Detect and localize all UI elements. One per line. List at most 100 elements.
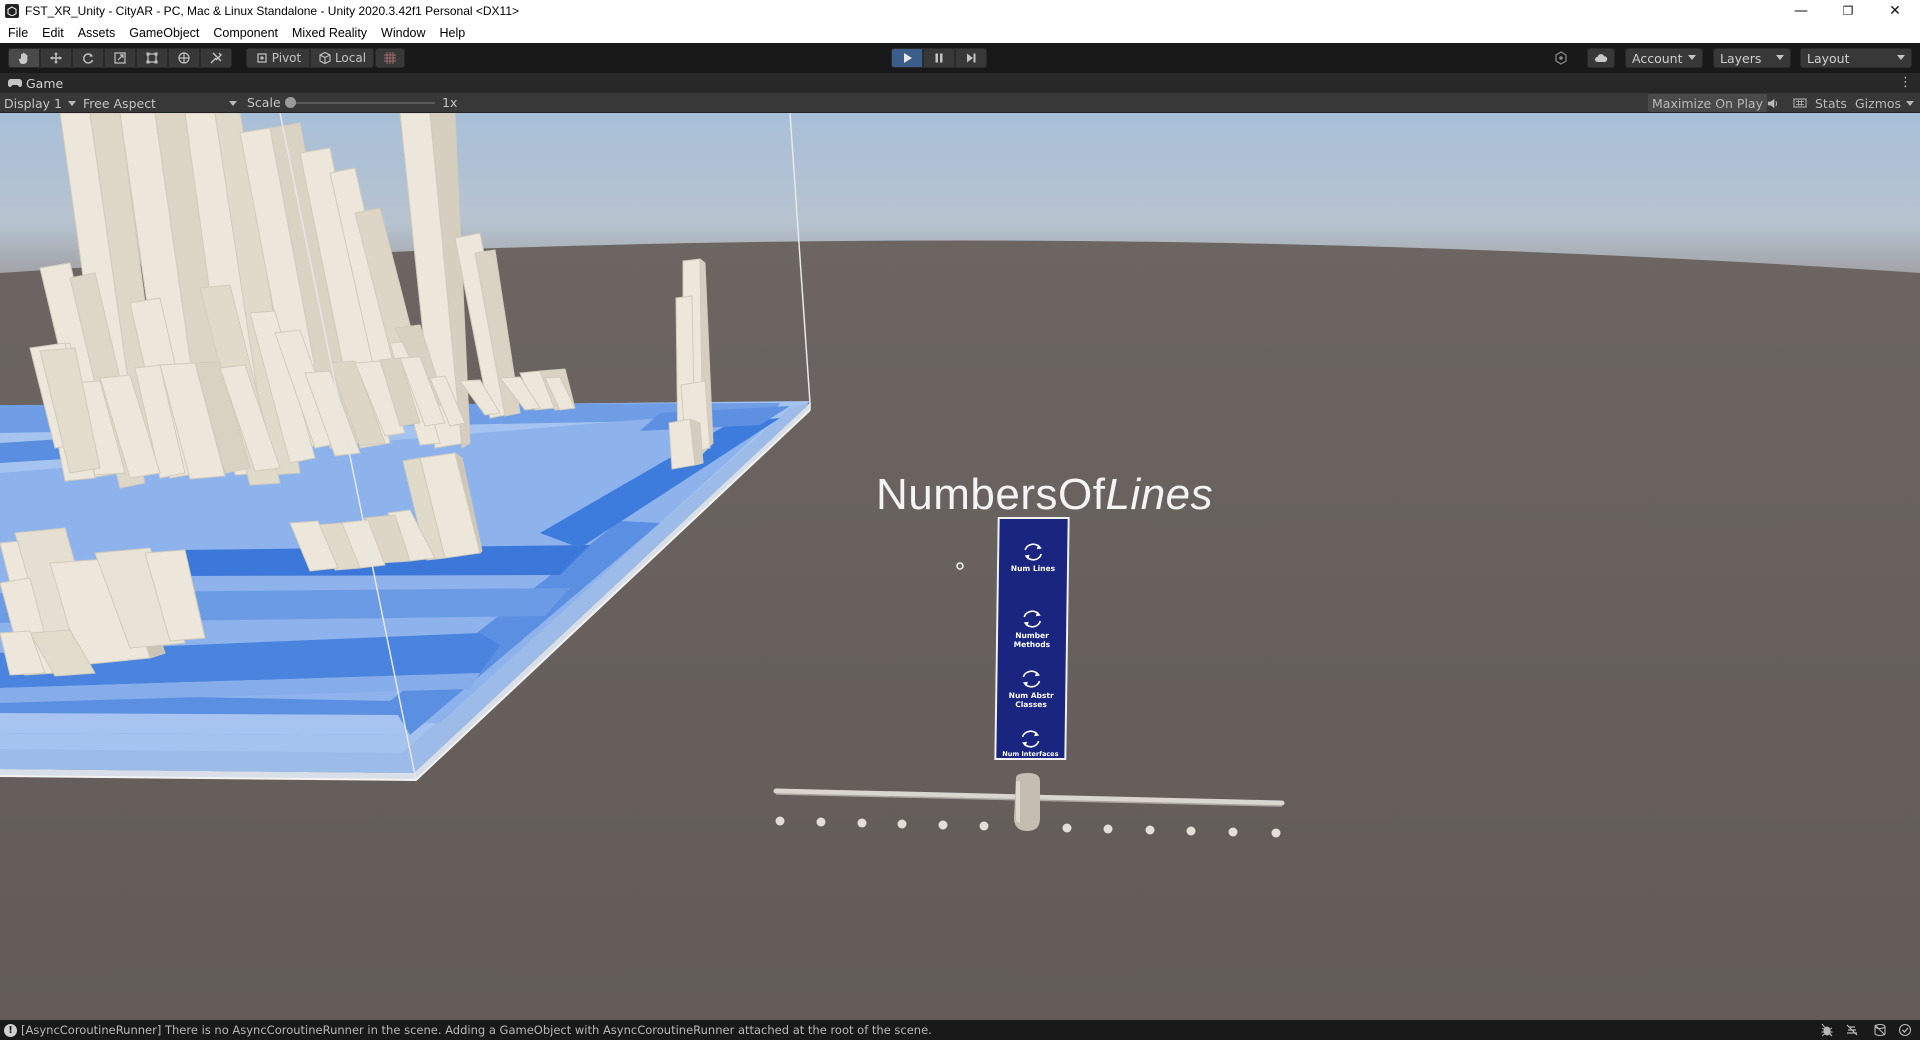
local-cube-icon (319, 51, 331, 65)
tab-game-label: Game (26, 75, 64, 91)
pivot-local-group: Pivot Local (246, 48, 374, 68)
refresh-icon (1021, 730, 1040, 748)
play-icon (904, 53, 912, 63)
num-abstr-classes-label: Num Abstr (1008, 691, 1054, 700)
menu-help[interactable]: Help (440, 26, 466, 40)
display-dropdown[interactable]: Display 1 (4, 93, 78, 113)
gizmos-label: Gizmos (1855, 95, 1902, 111)
display-label: Display 1 (4, 95, 63, 111)
gamepad-icon (8, 79, 22, 87)
custom-tool-icon[interactable] (200, 48, 232, 68)
refresh-icon (1024, 543, 1042, 561)
num-interfaces-label: Num Interfaces (1002, 750, 1059, 758)
console-message[interactable]: [AsyncCoroutineRunner] There is no Async… (21, 1023, 932, 1037)
aspect-dropdown[interactable]: Free Aspect (83, 93, 237, 113)
move-tool-icon[interactable] (40, 48, 72, 68)
account-dropdown[interactable]: Account (1625, 48, 1703, 68)
menu-file[interactable]: File (8, 26, 28, 40)
metric-title: NumbersOfLines (876, 470, 1213, 520)
gizmos-toggle[interactable]: Gizmos (1851, 94, 1905, 112)
menu-bar: File Edit Assets GameObject Component Mi… (0, 22, 1920, 43)
play-button[interactable] (891, 48, 923, 68)
chevron-down-icon (1688, 55, 1696, 60)
metric-title-part1: NumbersOf (876, 470, 1106, 519)
collab-icon[interactable] (1549, 48, 1573, 68)
bug-icon[interactable] (1820, 1023, 1834, 1037)
account-label: Account (1632, 50, 1683, 66)
main-toolbar: Pivot Local Account Layers Layout (0, 43, 1920, 73)
playmode-controls (891, 48, 987, 68)
scale-slider-handle[interactable] (285, 97, 296, 108)
scale-label: Scale (247, 95, 281, 110)
chevron-down-icon (1776, 55, 1784, 60)
gizmos-chevron-down-icon[interactable] (1906, 101, 1914, 106)
num-interfaces-button[interactable]: Num Interfaces (996, 728, 1064, 758)
close-button[interactable]: ✕ (1872, 0, 1918, 22)
game-viewport[interactable]: NumbersOfLines Num Lines Number Methods … (0, 113, 1920, 1020)
menu-gameobject[interactable]: GameObject (129, 26, 199, 40)
grid-snap-group (375, 48, 405, 68)
title-bar: FST_XR_Unity - CityAR - PC, Mac & Linux … (0, 0, 1920, 22)
menu-component[interactable]: Component (213, 26, 278, 40)
lighting-icon[interactable] (1845, 1023, 1859, 1037)
layers-label: Layers (1720, 50, 1762, 66)
number-methods-button[interactable]: Number Methods (998, 608, 1067, 649)
menu-edit[interactable]: Edit (42, 26, 64, 40)
pivot-icon (257, 53, 267, 63)
unity-logo-icon (5, 4, 19, 18)
check-icon[interactable] (1898, 1023, 1912, 1037)
scale-tool-icon[interactable] (104, 48, 136, 68)
hand-tool-icon[interactable] (8, 48, 40, 68)
maximize-on-play-label: Maximize On Play (1652, 95, 1763, 111)
metric-selector-panel: Num Lines Number Methods Num Abstr Class… (994, 517, 1070, 760)
info-icon: ! (4, 1023, 17, 1037)
local-label: Local (334, 51, 367, 65)
keyboard-shortcuts-icon[interactable] (1789, 94, 1811, 112)
local-toggle[interactable]: Local (310, 48, 374, 68)
chevron-down-icon (68, 100, 77, 106)
menu-assets[interactable]: Assets (78, 26, 116, 40)
num-lines-button[interactable]: Num Lines (999, 541, 1067, 573)
rect-tool-icon[interactable] (136, 48, 168, 68)
tab-game[interactable]: Game (8, 76, 63, 91)
step-button[interactable] (955, 48, 987, 68)
pause-button[interactable] (923, 48, 955, 68)
num-abstr-classes-button[interactable]: Num Abstr Classes (997, 668, 1066, 709)
pivot-toggle[interactable]: Pivot (246, 48, 310, 68)
cache-server-icon[interactable] (1873, 1023, 1887, 1037)
pause-icon (935, 53, 943, 63)
maximize-on-play-toggle[interactable]: Maximize On Play (1648, 94, 1767, 112)
chevron-down-icon (229, 101, 237, 106)
more-options-icon[interactable]: ⋮ (1899, 75, 1912, 90)
game-tab-header: Game ⋮ (0, 73, 1920, 93)
rotate-tool-icon[interactable] (72, 48, 104, 68)
grid-snap-icon[interactable] (375, 48, 405, 68)
refresh-icon (1022, 670, 1041, 688)
num-lines-label: Num Lines (1010, 564, 1056, 573)
num-abstr-classes-label-2: Classes (1015, 700, 1047, 709)
mute-audio-icon[interactable] (1762, 94, 1783, 112)
scale-value: 1x (442, 95, 458, 110)
menu-window[interactable]: Window (381, 26, 425, 40)
scene-render (0, 113, 1920, 1020)
transform-tools (8, 48, 232, 68)
layout-dropdown[interactable]: Layout (1800, 48, 1912, 68)
refresh-icon (1023, 610, 1042, 628)
stats-toggle[interactable]: Stats (1811, 94, 1851, 112)
minimize-button[interactable]: — (1778, 0, 1824, 22)
scale-slider-track[interactable] (290, 102, 435, 104)
layout-label: Layout (1807, 50, 1850, 66)
number-methods-label: Number (1015, 631, 1049, 640)
window-title: FST_XR_Unity - CityAR - PC, Mac & Linux … (25, 4, 520, 18)
menu-mixed-reality[interactable]: Mixed Reality (292, 26, 367, 40)
transform-tool-icon[interactable] (168, 48, 200, 68)
pivot-label: Pivot (271, 51, 302, 65)
game-view-toolbar: Display 1 Free Aspect Scale 1x Maximize … (0, 93, 1920, 113)
number-methods-label-2: Methods (1013, 640, 1051, 649)
restore-button[interactable]: ❐ (1825, 0, 1871, 22)
layers-dropdown[interactable]: Layers (1713, 48, 1791, 68)
metric-title-part2: Lines (1105, 470, 1214, 519)
cloud-icon[interactable] (1587, 48, 1615, 68)
status-bar[interactable]: ! [AsyncCoroutineRunner] There is no Asy… (0, 1020, 1920, 1040)
stats-label: Stats (1815, 95, 1847, 111)
